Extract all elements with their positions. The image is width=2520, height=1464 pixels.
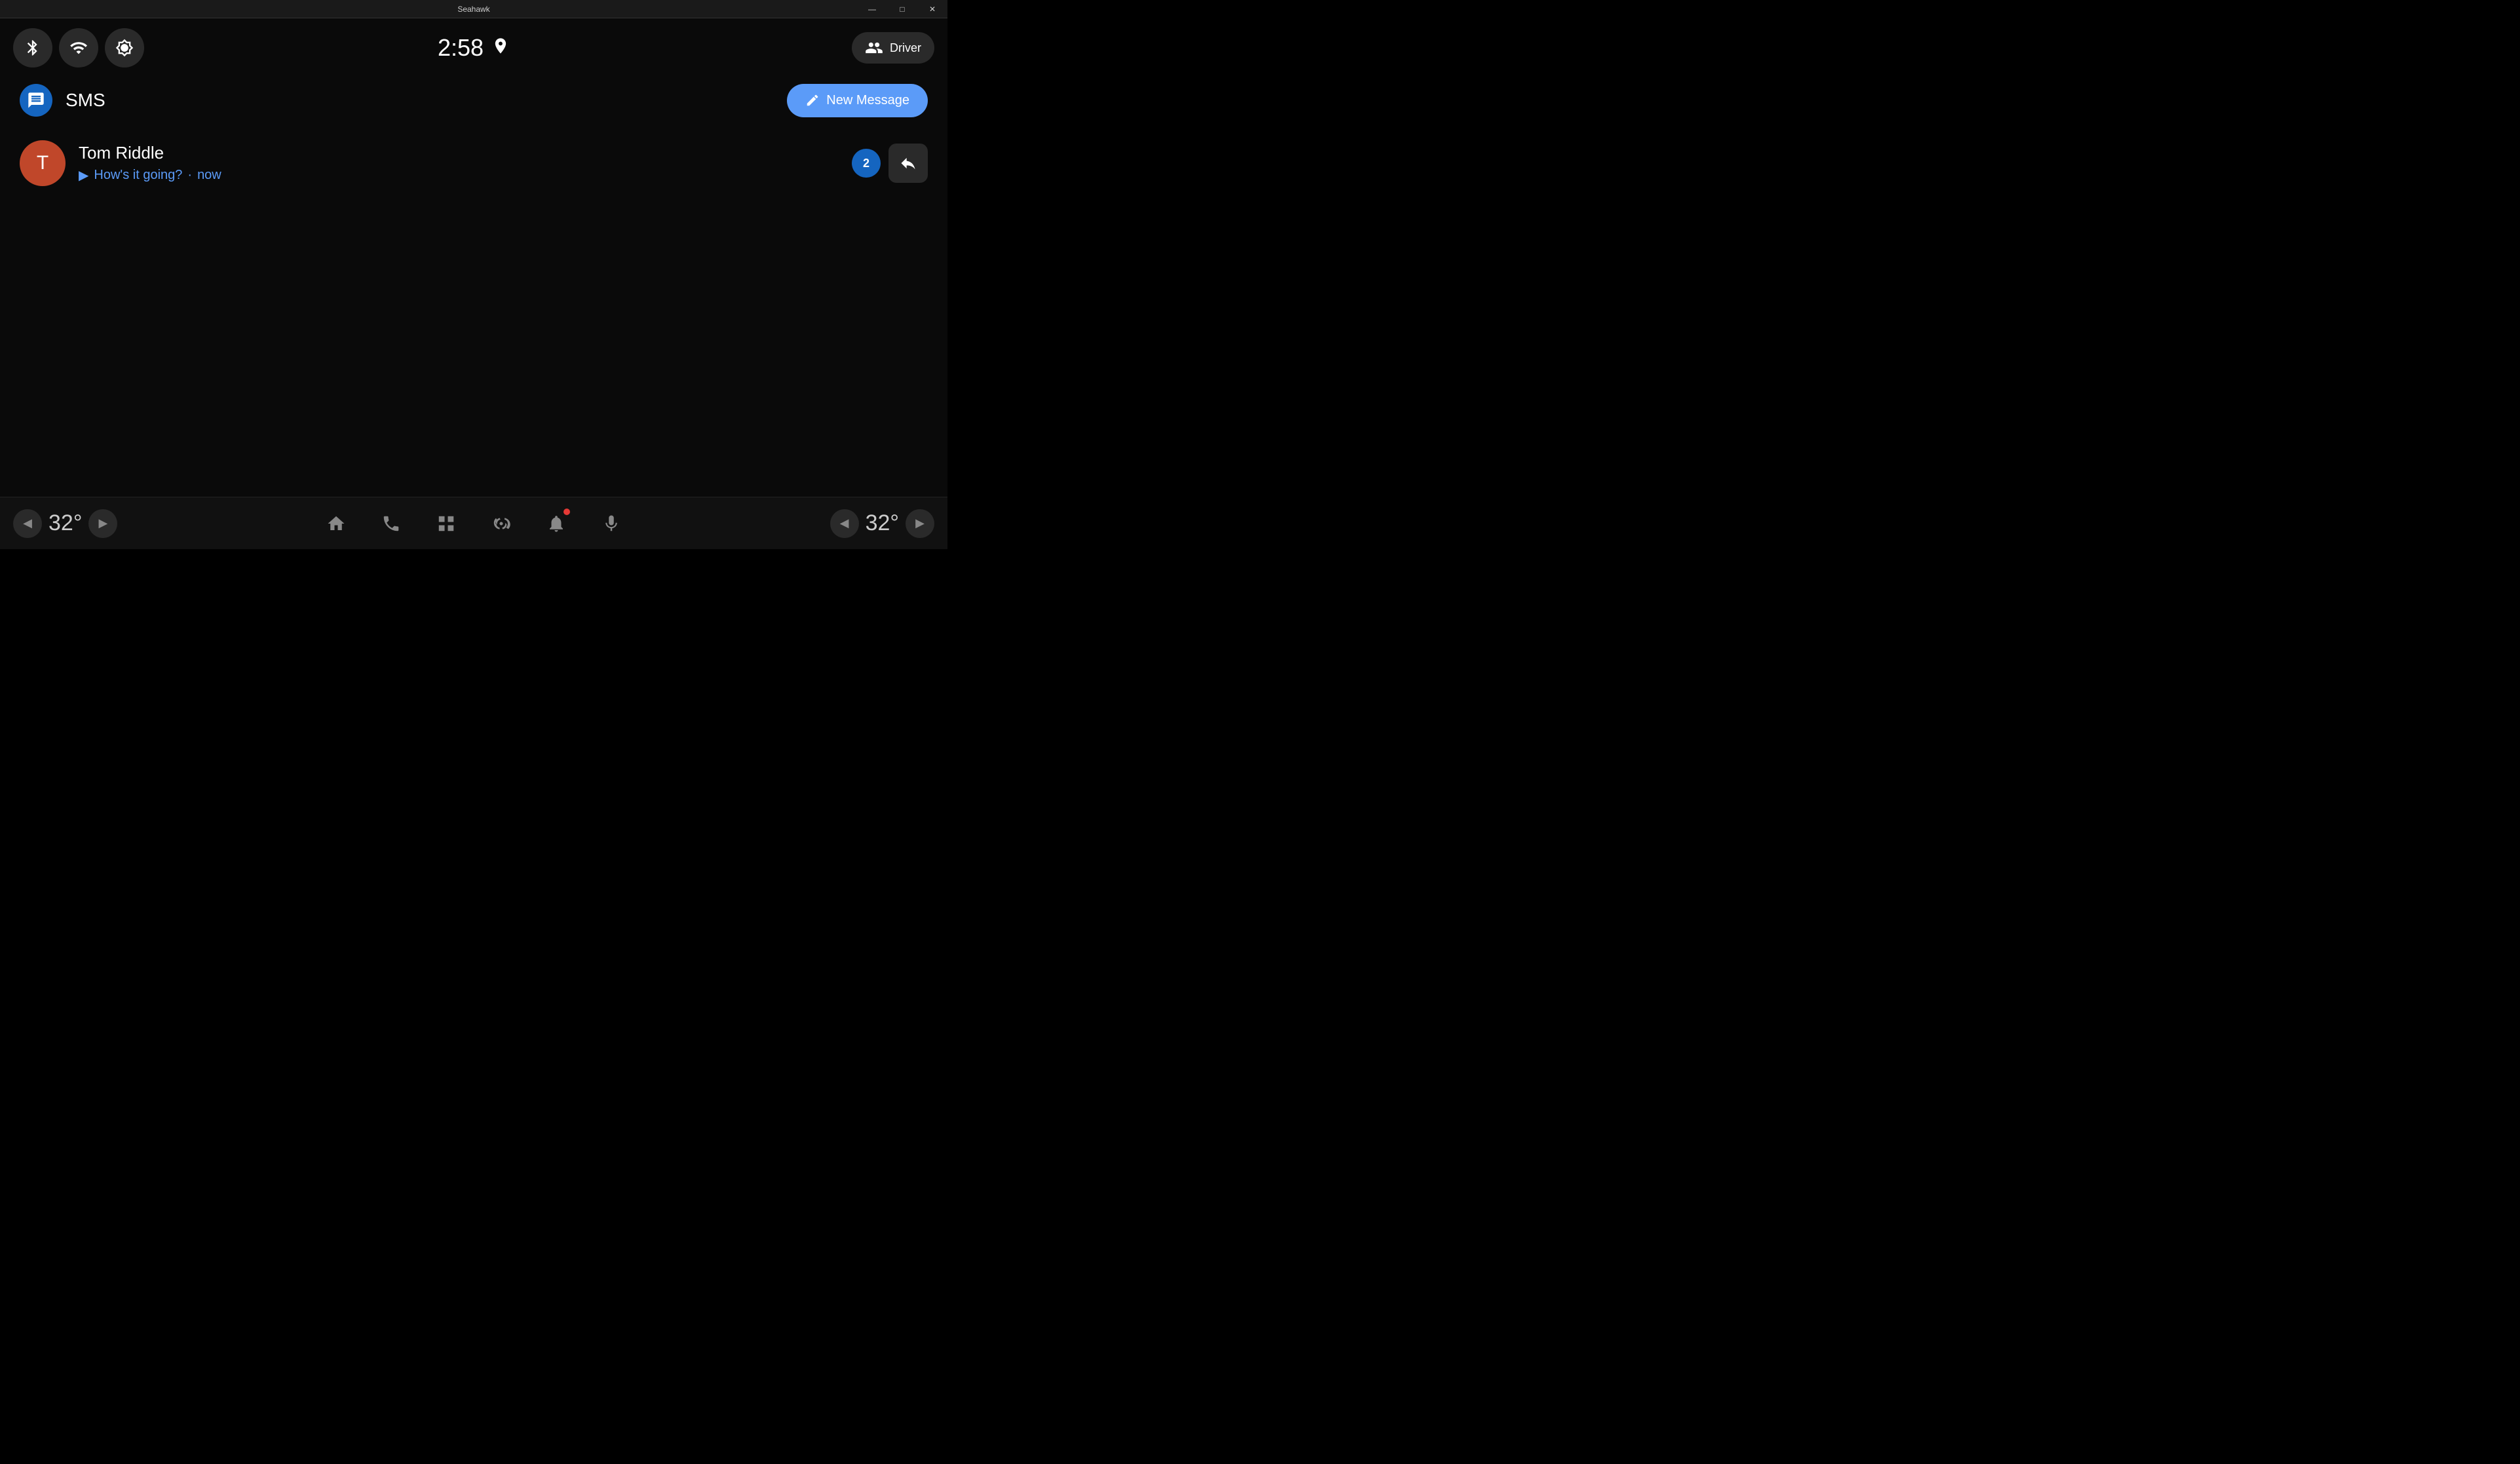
- temp-right-next-button[interactable]: ▶: [906, 509, 934, 538]
- prev-arrow-icon: ◀: [23, 516, 32, 530]
- reply-button[interactable]: [888, 144, 928, 183]
- status-icons-left: [13, 28, 144, 67]
- sms-app-icon: [20, 84, 52, 117]
- message-list: T Tom Riddle ▶ How's it going? · now 2: [0, 123, 947, 203]
- temp-right-value: 32°: [866, 510, 899, 536]
- driver-label: Driver: [890, 41, 921, 55]
- status-bar: 2:58 Driver: [0, 18, 947, 77]
- phone-icon: [381, 514, 401, 533]
- new-message-label: New Message: [826, 93, 909, 108]
- notification-button[interactable]: [539, 506, 574, 541]
- message-item[interactable]: T Tom Riddle ▶ How's it going? · now 2: [20, 130, 928, 197]
- chat-icon: [27, 91, 45, 109]
- preview-time: now: [197, 168, 221, 183]
- temp-left-prev-button[interactable]: ◀: [13, 509, 42, 538]
- grid-icon: [436, 514, 456, 533]
- fan-icon: [491, 514, 511, 533]
- reply-icon: [899, 154, 917, 172]
- brightness-icon: [115, 39, 134, 57]
- phone-button[interactable]: [373, 506, 409, 541]
- grid-button[interactable]: [429, 506, 464, 541]
- bluetooth-icon: [24, 39, 42, 57]
- contact-avatar: T: [20, 140, 66, 186]
- temp-right-prev-button[interactable]: ◀: [830, 509, 859, 538]
- title-bar: Seahawk — □ ✕: [0, 0, 947, 18]
- preview-text: How's it going?: [94, 168, 182, 183]
- nav-icons: [117, 506, 830, 541]
- status-center: 2:58: [438, 34, 510, 62]
- message-content: Tom Riddle ▶ How's it going? · now: [79, 143, 852, 183]
- minimize-button[interactable]: —: [857, 0, 887, 18]
- mic-button[interactable]: [594, 506, 629, 541]
- message-preview: ▶ How's it going? · now: [79, 167, 852, 183]
- temp-left-next-button[interactable]: ▶: [88, 509, 117, 538]
- window-title: Seahawk: [457, 5, 489, 14]
- fan-button[interactable]: [484, 506, 519, 541]
- bluetooth-button[interactable]: [13, 28, 52, 67]
- driver-button[interactable]: Driver: [852, 32, 934, 64]
- brightness-button[interactable]: [105, 28, 144, 67]
- temp-right: ◀ 32° ▶: [830, 509, 934, 538]
- temp-right-prev-icon: ◀: [840, 516, 849, 530]
- temp-left: ◀ 32° ▶: [13, 509, 117, 538]
- message-actions: 2: [852, 144, 928, 183]
- new-message-button[interactable]: New Message: [787, 84, 928, 117]
- play-icon: ▶: [79, 167, 88, 183]
- wifi-icon: [69, 39, 88, 57]
- home-button[interactable]: [318, 506, 354, 541]
- clock-display: 2:58: [438, 34, 484, 62]
- contact-name: Tom Riddle: [79, 143, 852, 163]
- window-controls: — □ ✕: [857, 0, 947, 18]
- driver-icon: [865, 39, 883, 57]
- home-icon: [326, 514, 346, 533]
- next-arrow-icon: ▶: [99, 516, 108, 530]
- compose-icon: [805, 93, 820, 107]
- app-header: SMS New Message: [0, 77, 947, 123]
- app-title: SMS: [66, 90, 105, 111]
- temp-left-value: 32°: [48, 510, 82, 536]
- temp-right-next-icon: ▶: [915, 516, 925, 530]
- close-button[interactable]: ✕: [917, 0, 947, 18]
- notification-icon: [546, 514, 566, 533]
- main-content: 2:58 Driver SMS New Message: [0, 18, 947, 497]
- preview-separator: ·: [187, 168, 192, 183]
- location-icon: [491, 37, 510, 60]
- avatar-letter: T: [37, 152, 48, 174]
- unread-badge: 2: [852, 149, 881, 178]
- maximize-button[interactable]: □: [887, 0, 917, 18]
- wifi-button[interactable]: [59, 28, 98, 67]
- bottom-bar: ◀ 32° ▶: [0, 497, 947, 549]
- mic-icon: [601, 514, 621, 533]
